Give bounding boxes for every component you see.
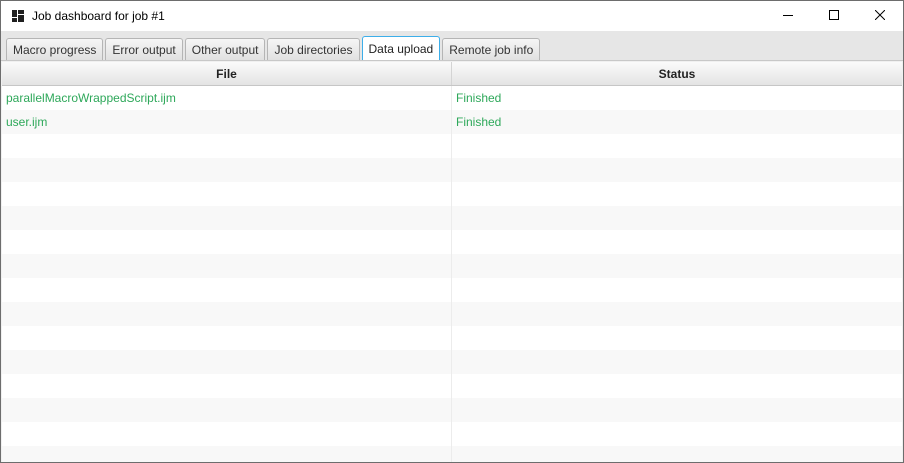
status-cell: Finished: [456, 91, 502, 105]
empty-cell: [452, 326, 902, 350]
empty-cell: [2, 422, 452, 446]
column-header-status[interactable]: Status: [452, 62, 902, 85]
maximize-button[interactable]: [811, 1, 857, 31]
empty-cell: [2, 134, 452, 158]
data-upload-table[interactable]: File Status parallelMacroWrappedScript.i…: [2, 62, 902, 462]
title-bar[interactable]: Job dashboard for job #1: [1, 1, 903, 31]
empty-row: [2, 446, 902, 462]
empty-row: [2, 134, 902, 158]
empty-cell: [2, 158, 452, 182]
file-cell: user.ijm: [2, 110, 452, 134]
empty-row: [2, 254, 902, 278]
empty-cell: [2, 350, 452, 374]
empty-row: [2, 398, 902, 422]
close-icon: [874, 7, 886, 25]
minimize-button[interactable]: [765, 1, 811, 31]
empty-cell: [452, 254, 902, 278]
maximize-icon: [829, 7, 839, 25]
empty-cell: [452, 398, 902, 422]
tab-error-output[interactable]: Error output: [105, 38, 183, 60]
empty-row: [2, 374, 902, 398]
empty-cell: [2, 254, 452, 278]
empty-cell: [452, 302, 902, 326]
empty-row: [2, 182, 902, 206]
file-cell: parallelMacroWrappedScript.ijm: [2, 86, 452, 110]
dashboard-icon: [10, 8, 26, 24]
empty-cell: [452, 134, 902, 158]
table-row[interactable]: parallelMacroWrappedScript.ijm Finished: [2, 86, 902, 110]
tab-remote-job-info[interactable]: Remote job info: [442, 38, 541, 60]
close-button[interactable]: [857, 1, 903, 31]
empty-cell: [2, 398, 452, 422]
empty-cell: [452, 374, 902, 398]
table-row[interactable]: user.ijm Finished: [2, 110, 902, 134]
empty-cell: [2, 374, 452, 398]
empty-row: [2, 206, 902, 230]
window-controls: [765, 1, 903, 31]
empty-cell: [452, 230, 902, 254]
empty-cell: [452, 446, 902, 462]
table-header: File Status: [2, 62, 902, 86]
empty-row: [2, 158, 902, 182]
tab-job-directories[interactable]: Job directories: [267, 38, 360, 60]
empty-cell: [2, 326, 452, 350]
tab-macro-progress[interactable]: Macro progress: [6, 38, 104, 60]
empty-row: [2, 350, 902, 374]
empty-row: [2, 422, 902, 446]
empty-cell: [2, 206, 452, 230]
status-cell: Finished: [456, 115, 502, 129]
empty-cell: [2, 182, 452, 206]
empty-row: [2, 278, 902, 302]
tab-bar: Macro progress Error output Other output…: [1, 31, 903, 61]
window-title: Job dashboard for job #1: [32, 9, 165, 23]
empty-cell: [452, 350, 902, 374]
empty-row: [2, 326, 902, 350]
empty-row: [2, 230, 902, 254]
column-header-file[interactable]: File: [2, 62, 452, 85]
empty-cell: [2, 446, 452, 462]
empty-cell: [452, 278, 902, 302]
empty-cell: [2, 278, 452, 302]
empty-cell: [2, 302, 452, 326]
empty-cell: [452, 182, 902, 206]
job-dashboard-window: Job dashboard for job #1 Macro progress …: [0, 0, 904, 463]
minimize-icon: [783, 7, 793, 25]
tab-other-output[interactable]: Other output: [184, 38, 266, 60]
tab-data-upload[interactable]: Data upload: [361, 36, 441, 60]
empty-cell: [452, 158, 902, 182]
empty-cell: [2, 230, 452, 254]
empty-row: [2, 302, 902, 326]
empty-cell: [452, 422, 902, 446]
empty-cell: [452, 206, 902, 230]
table-body: parallelMacroWrappedScript.ijm Finished …: [2, 86, 902, 462]
